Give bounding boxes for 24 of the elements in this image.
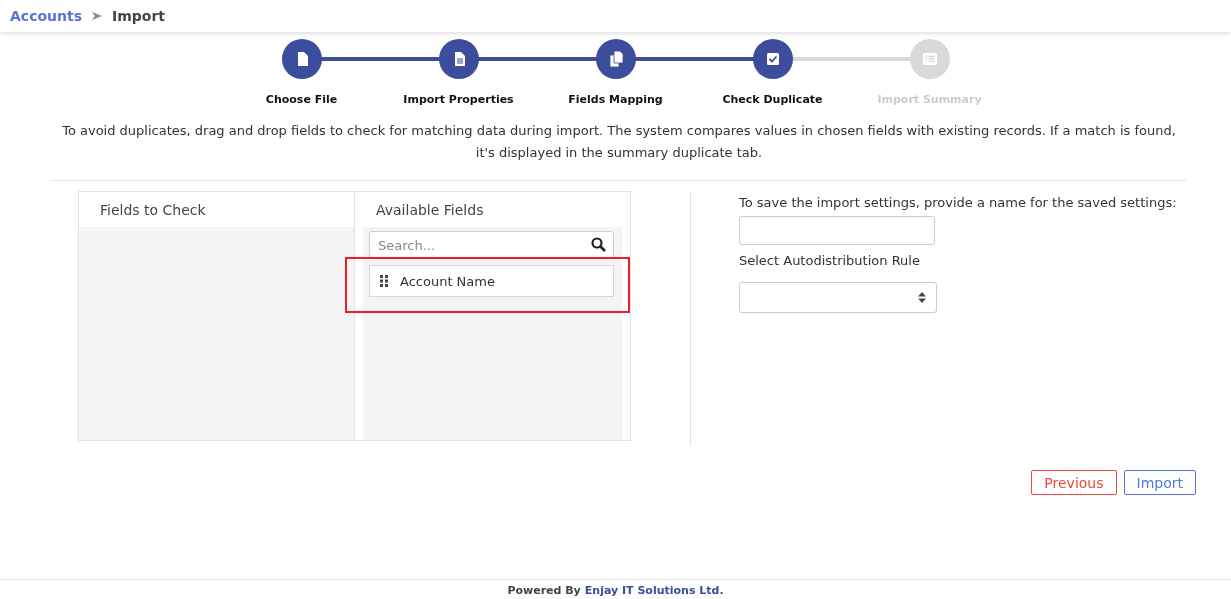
drag-handle-icon [380, 275, 388, 287]
breadcrumb-link[interactable]: Accounts [10, 8, 82, 24]
field-item[interactable]: Account Name [369, 265, 614, 297]
button[interactable]: Previous [1031, 470, 1117, 495]
breadcrumb-current: Import [112, 8, 166, 24]
column-title: Available Fields [375, 201, 485, 220]
search-icon [591, 237, 606, 252]
input-field[interactable] [739, 216, 935, 245]
powered-by-text: Powered By [507, 583, 581, 597]
step-label: Check Duplicate [722, 93, 823, 106]
sort-arrows-icon [918, 292, 926, 303]
search-field[interactable]: Search... [369, 231, 614, 259]
column-title: Fields to Check [99, 201, 207, 220]
drop-area[interactable] [79, 227, 354, 440]
company-link[interactable]: Enjay IT Solutions Ltd. [584, 583, 724, 597]
button[interactable]: Import [1123, 470, 1196, 495]
field-label: Select Autodistribution Rule [739, 253, 920, 268]
select-field[interactable] [739, 282, 937, 313]
field-label: To save the import settings, provide a name for the saved settings: [739, 195, 1177, 210]
step-label: Import Properties [403, 93, 514, 106]
step-label: Fields Mapping [568, 93, 663, 106]
step-label: Choose File [265, 93, 338, 106]
chevron-icon [92, 11, 102, 21]
description-text: To avoid duplicates, drag and drop fields to check for matching data during import. The system compares values in chosen fields with existing records. If a match is found, it's displayed in the summary duplicate tab. [52, 120, 1186, 181]
